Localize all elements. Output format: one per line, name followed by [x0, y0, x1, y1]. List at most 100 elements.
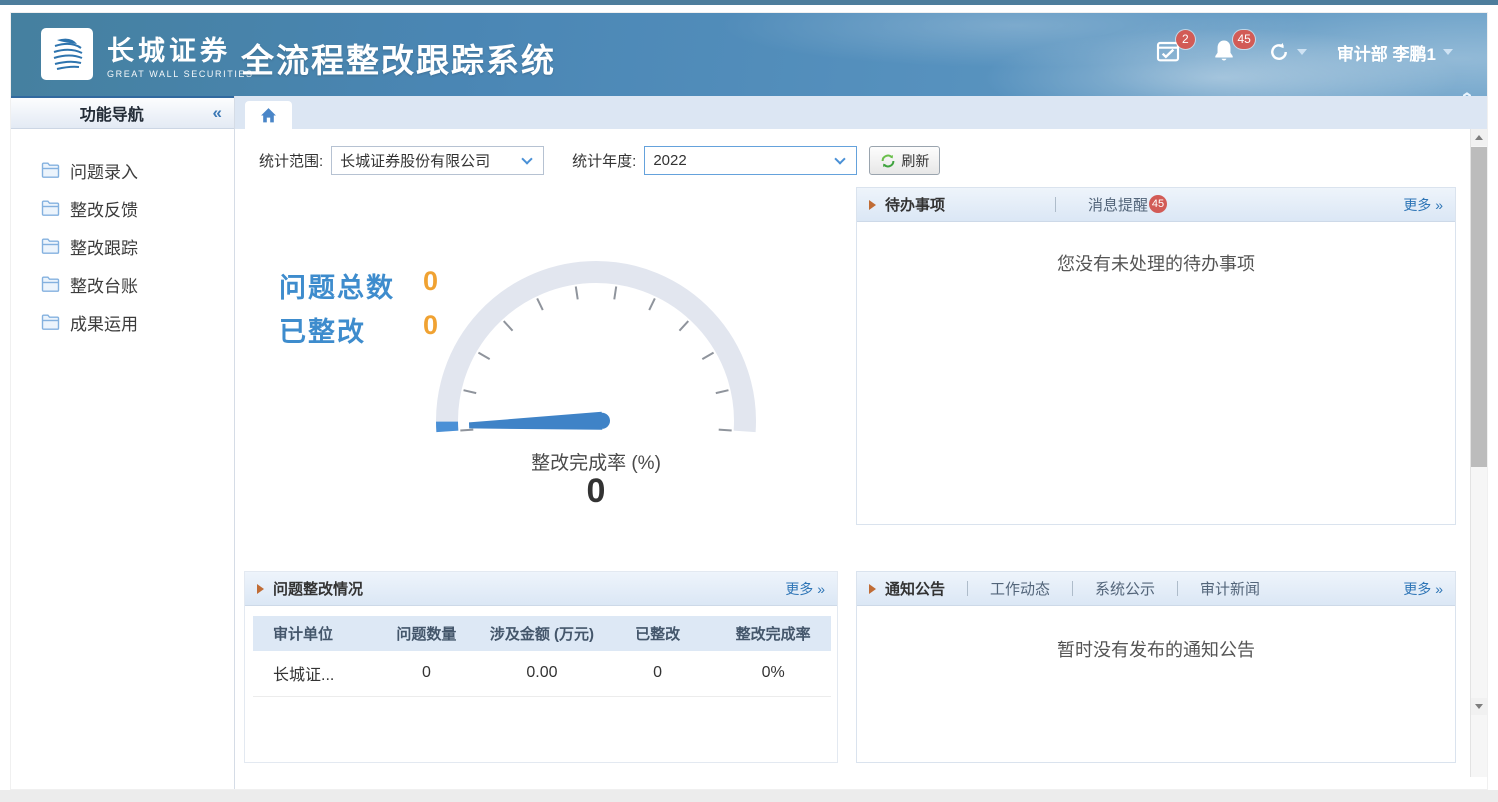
col-issue-count: 问题数量 [369, 616, 485, 651]
refresh-button-label: 刷新 [901, 151, 929, 171]
col-fixed: 已整改 [600, 616, 716, 651]
tab-notices[interactable]: 通知公告 [885, 578, 945, 599]
user-caret-icon [1443, 49, 1453, 55]
total-issues-label: 问题总数 [279, 266, 395, 305]
year-select[interactable]: 2022 [644, 146, 857, 175]
tab-separator [1177, 581, 1178, 596]
sidebar: 功能导航 « 问题录入 整改反馈 整改跟踪 整改台账 成果运用 [11, 96, 235, 789]
gauge-axis-label: 整改完成率 (%) [446, 448, 746, 475]
sidebar-collapse-icon[interactable]: « [213, 103, 234, 123]
col-amount: 涉及金额 (万元) [484, 616, 600, 651]
notifications-button[interactable]: 45 [1212, 39, 1238, 65]
message-count-badge: 45 [1233, 30, 1254, 49]
status-bar [0, 790, 1498, 802]
sidebar-item-rectify-tracking[interactable]: 整改跟踪 [11, 227, 234, 265]
cell-fixed: 0 [600, 651, 716, 696]
folder-icon [41, 238, 60, 254]
notice-more-link[interactable]: 更多 » [1403, 579, 1443, 599]
logo-wave-icon [47, 34, 87, 74]
user-menu[interactable]: 审计部 李鹏1 [1337, 40, 1453, 65]
sidebar-item-label: 成果运用 [70, 310, 138, 335]
tab-work-updates[interactable]: 工作动态 [990, 578, 1050, 599]
scope-select-value: 长城证券股份有限公司 [332, 150, 523, 171]
window-top-strip [0, 0, 1498, 5]
brand-name-cn: 长城证券 [107, 29, 254, 68]
cell-amount: 0.00 [484, 651, 600, 696]
chevron-down-icon [522, 153, 533, 164]
tab-message-reminders[interactable]: 消息提醒45 [1088, 194, 1167, 215]
cell-completion-rate: 0% [715, 651, 831, 696]
todo-more-link[interactable]: 更多 » [1403, 195, 1443, 215]
company-logo [41, 28, 93, 80]
sidebar-item-label: 整改台账 [70, 272, 138, 297]
todo-tasks-button[interactable]: 2 [1156, 39, 1182, 65]
notice-panel: 通知公告 工作动态 系统公示 审计新闻 更多 » 暂时没有发布的通知公告 [856, 571, 1456, 763]
year-select-value: 2022 [645, 152, 836, 169]
todo-panel-header: 待办事项 消息提醒45 更多 » [857, 188, 1455, 222]
issues-panel-header: 问题整改情况 更多 » [245, 572, 837, 606]
issues-table: 审计单位 问题数量 涉及金额 (万元) 已整改 整改完成率 长城证... 0 0… [253, 616, 831, 697]
year-label: 统计年度: [572, 150, 636, 171]
issues-more-link[interactable]: 更多 » [785, 579, 825, 599]
scope-select[interactable]: 长城证券股份有限公司 [331, 146, 544, 175]
cell-audit-unit: 长城证... [253, 651, 369, 696]
tab-audit-news[interactable]: 审计新闻 [1200, 578, 1260, 599]
tab-separator [1055, 197, 1056, 212]
folder-icon [41, 200, 60, 216]
todo-panel: 待办事项 消息提醒45 更多 » 您没有未处理的待办事项 [856, 187, 1456, 525]
folder-icon [41, 162, 60, 178]
tab-todo-items[interactable]: 待办事项 [885, 194, 945, 215]
tab-bar [235, 96, 1487, 129]
tab-system-announcements[interactable]: 系统公示 [1095, 578, 1155, 599]
app-frame: 长城证券 GREAT WALL SECURITIES 全流程整改跟踪系统 2 4… [10, 12, 1488, 790]
tab-separator [1072, 581, 1073, 596]
chevron-down-icon [835, 153, 846, 164]
brand-block: 长城证券 GREAT WALL SECURITIES [107, 29, 254, 79]
refresh-icon [1268, 41, 1290, 63]
filter-bar: 统计范围: 长城证券股份有限公司 统计年度: 2022 刷新 [259, 146, 940, 175]
sidebar-header: 功能导航 « [11, 96, 234, 129]
main-content: 统计范围: 长城证券股份有限公司 统计年度: 2022 刷新 问题 [235, 96, 1487, 789]
header-refresh-button[interactable] [1268, 41, 1307, 63]
cell-issue-count: 0 [369, 651, 485, 696]
refresh-button[interactable]: 刷新 [869, 146, 940, 175]
sidebar-item-label: 问题录入 [70, 158, 138, 183]
sidebar-item-rectify-ledger[interactable]: 整改台账 [11, 265, 234, 303]
tab-message-label: 消息提醒 [1088, 197, 1148, 214]
sidebar-item-results-usage[interactable]: 成果运用 [11, 303, 234, 341]
page-title: 全流程整改跟踪系统 [241, 34, 556, 82]
todo-empty-text: 您没有未处理的待办事项 [857, 222, 1455, 276]
todo-count-badge: 2 [1176, 30, 1195, 49]
fixed-issues-label: 已整改 [279, 310, 366, 349]
scroll-up-button[interactable] [1471, 129, 1487, 146]
active-tab-marker-icon [869, 200, 876, 210]
sidebar-nav: 问题录入 整改反馈 整改跟踪 整改台账 成果运用 [11, 129, 234, 341]
sidebar-item-issue-entry[interactable]: 问题录入 [11, 151, 234, 189]
scope-label: 统计范围: [259, 150, 323, 171]
active-tab-marker-icon [257, 584, 264, 594]
folder-icon [41, 314, 60, 330]
home-icon [260, 107, 277, 124]
gauge-value: 0 [446, 472, 746, 511]
arrow-down-icon [1475, 704, 1483, 709]
col-audit-unit: 审计单位 [253, 616, 369, 651]
issues-table-header-row: 审计单位 问题数量 涉及金额 (万元) 已整改 整改完成率 [253, 616, 831, 651]
vertical-scrollbar[interactable] [1470, 129, 1487, 777]
user-name: 审计部 李鹏1 [1337, 40, 1436, 65]
sidebar-title: 功能导航 [11, 101, 213, 125]
message-reminder-badge: 45 [1149, 195, 1167, 213]
issues-panel: 问题整改情况 更多 » 审计单位 问题数量 涉及金额 (万元) 已整改 整改完成… [244, 571, 838, 763]
tab-home[interactable] [245, 101, 292, 129]
folder-icon [41, 276, 60, 292]
bell-icon [1212, 39, 1236, 63]
notice-panel-header: 通知公告 工作动态 系统公示 审计新闻 更多 » [857, 572, 1455, 606]
tab-separator [967, 581, 968, 596]
scroll-down-button[interactable] [1471, 698, 1487, 715]
app-header: 长城证券 GREAT WALL SECURITIES 全流程整改跟踪系统 2 4… [11, 13, 1487, 96]
scrollbar-thumb[interactable] [1471, 147, 1487, 467]
completion-gauge-chart [430, 236, 770, 471]
refresh-green-icon [880, 153, 896, 169]
header-actions: 2 45 审计部 李鹏1 [1156, 39, 1453, 65]
sidebar-item-rectify-feedback[interactable]: 整改反馈 [11, 189, 234, 227]
brand-name-en: GREAT WALL SECURITIES [107, 69, 254, 79]
